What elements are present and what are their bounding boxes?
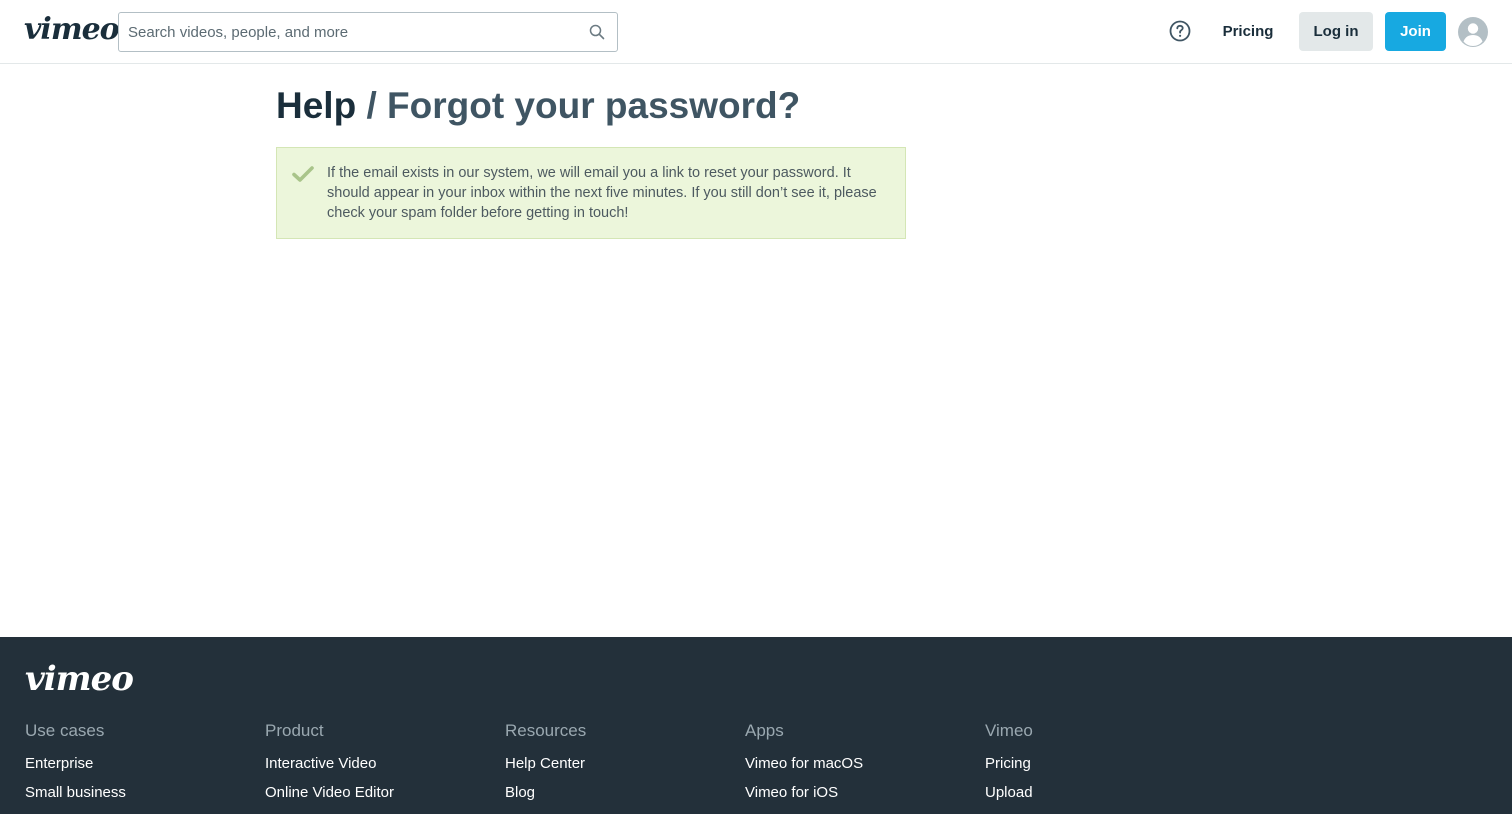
- footer-heading: Use cases: [25, 721, 105, 740]
- footer-link-vimeo-ios[interactable]: Vimeo for iOS: [745, 783, 975, 803]
- site-footer: vimeo Use cases Enterprise Small busines…: [0, 637, 1512, 814]
- footer-heading: Apps: [745, 721, 784, 740]
- footer-column-vimeo: Vimeo Pricing Upload: [985, 720, 1215, 812]
- login-button[interactable]: Log in: [1299, 12, 1373, 51]
- top-navigation: vimeo Pricing Log in Join: [0, 0, 1512, 64]
- search-box: [118, 12, 618, 52]
- footer-vimeo-logo[interactable]: vimeo: [25, 659, 134, 699]
- breadcrumb-current: Forgot your password?: [387, 85, 801, 126]
- footer-column-resources: Resources Help Center Blog: [505, 720, 735, 812]
- footer-heading: Resources: [505, 721, 587, 740]
- footer-link-upload[interactable]: Upload: [985, 783, 1215, 803]
- footer-link-vimeo-macos[interactable]: Vimeo for macOS: [745, 754, 975, 774]
- footer-link-help-center[interactable]: Help Center: [505, 754, 735, 774]
- help-circle-icon[interactable]: [1168, 19, 1192, 43]
- vimeo-logo[interactable]: vimeo: [24, 12, 120, 48]
- footer-column-apps: Apps Vimeo for macOS Vimeo for iOS: [745, 720, 975, 812]
- footer-link-blog[interactable]: Blog: [505, 783, 735, 803]
- breadcrumb-help-link[interactable]: Help: [276, 85, 356, 126]
- footer-link-enterprise[interactable]: Enterprise: [25, 754, 255, 774]
- footer-heading: Product: [265, 721, 324, 740]
- footer-column-use-cases: Use cases Enterprise Small business: [25, 720, 255, 812]
- search-icon[interactable]: [589, 24, 605, 40]
- footer-link-small-business[interactable]: Small business: [25, 783, 255, 803]
- user-avatar-icon[interactable]: [1458, 17, 1488, 47]
- search-input[interactable]: [119, 13, 579, 51]
- footer-link-pricing[interactable]: Pricing: [985, 754, 1215, 774]
- footer-column-product: Product Interactive Video Online Video E…: [265, 720, 495, 812]
- notice-message: If the email exists in our system, we wi…: [327, 165, 877, 221]
- footer-heading: Vimeo: [985, 721, 1033, 740]
- success-notice: If the email exists in our system, we wi…: [276, 147, 906, 239]
- footer-link-online-video-editor[interactable]: Online Video Editor: [265, 783, 495, 803]
- check-icon: [292, 166, 314, 182]
- pricing-link[interactable]: Pricing: [1210, 12, 1286, 52]
- page-title: Help / Forgot your password?: [276, 84, 800, 128]
- join-button[interactable]: Join: [1385, 12, 1446, 51]
- breadcrumb-separator: /: [366, 85, 377, 126]
- footer-link-interactive-video[interactable]: Interactive Video: [265, 754, 495, 774]
